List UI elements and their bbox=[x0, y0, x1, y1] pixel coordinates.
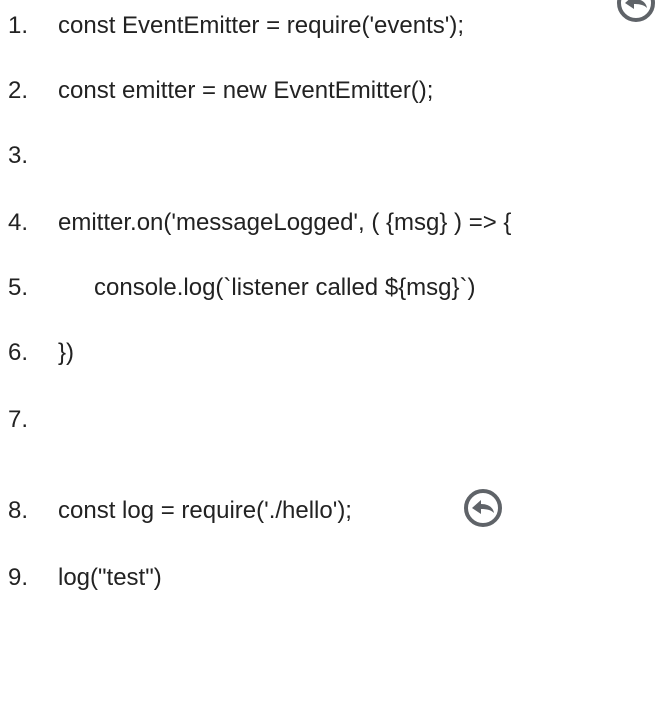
code-line-6: 6. }) bbox=[0, 333, 74, 373]
code-text-6: }) bbox=[58, 339, 75, 366]
code-line-9: 9. log("test") bbox=[0, 558, 162, 598]
code-text-2: const emitter = new EventEmitter(); bbox=[58, 77, 434, 104]
code-text-8: const log = require('./hello'); bbox=[58, 497, 352, 524]
undo-arrow-icon bbox=[617, 0, 655, 22]
line-number-2: 2. bbox=[8, 77, 29, 104]
line-number-1: 1. bbox=[8, 12, 29, 39]
undo-arrow-icon bbox=[464, 489, 502, 527]
code-line-2: 2. const emitter = new EventEmitter(); bbox=[0, 71, 433, 111]
code-text-9: log("test") bbox=[58, 564, 162, 591]
code-line-8: 8. const log = require('./hello'); bbox=[0, 491, 352, 531]
code-line-1: 1. const EventEmitter = require('events'… bbox=[0, 6, 464, 46]
line-number-8: 8. bbox=[8, 497, 29, 524]
code-line-3: 3. bbox=[0, 136, 29, 176]
line-number-4: 4. bbox=[8, 209, 29, 236]
code-line-4: 4. emitter.on('messageLogged', ( {msg} )… bbox=[0, 203, 511, 243]
line-number-6: 6. bbox=[8, 339, 29, 366]
code-text-4: emitter.on('messageLogged', ( {msg} ) =>… bbox=[58, 209, 512, 236]
code-text-5: console.log(`listener called ${msg}`) bbox=[94, 274, 476, 301]
line-number-5: 5. bbox=[8, 274, 29, 301]
code-text-1: const EventEmitter = require('events'); bbox=[58, 12, 464, 39]
line-number-7: 7. bbox=[8, 406, 29, 433]
line-number-9: 9. bbox=[8, 564, 29, 591]
code-line-5: 5. console.log(`listener called ${msg}`) bbox=[0, 268, 476, 308]
code-line-7: 7. bbox=[0, 400, 29, 440]
line-number-3: 3. bbox=[8, 142, 29, 169]
